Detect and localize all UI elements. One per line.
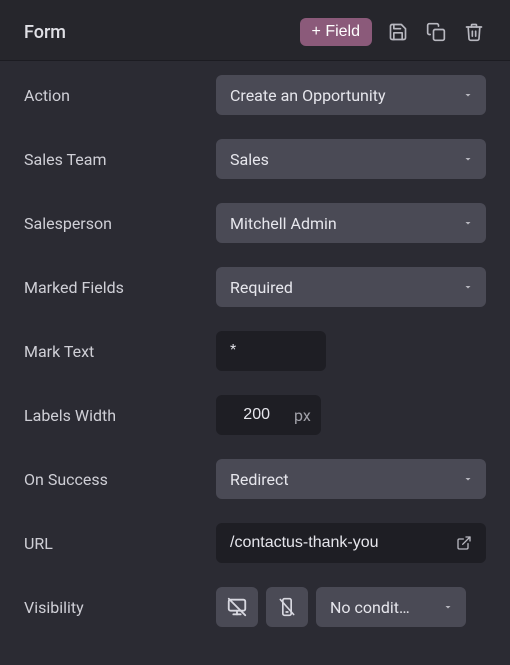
- label-labels-width: Labels Width: [24, 406, 204, 425]
- label-url: URL: [24, 534, 204, 553]
- row-labels-width: Labels Width px: [24, 395, 486, 435]
- add-field-button[interactable]: + Field: [300, 18, 372, 46]
- panel-header: Form + Field: [0, 0, 510, 61]
- save-icon[interactable]: [386, 20, 410, 44]
- panel-body: Action Create an Opportunity Sales Team …: [0, 61, 510, 665]
- panel-title: Form: [24, 22, 66, 43]
- on-success-select-value: Redirect: [230, 470, 289, 489]
- label-visibility: Visibility: [24, 598, 204, 617]
- salesperson-select-value: Mitchell Admin: [230, 214, 337, 233]
- visibility-condition-select[interactable]: No condit…: [316, 587, 466, 627]
- sales-team-select[interactable]: Sales: [216, 139, 486, 179]
- chevron-down-icon: [442, 601, 454, 613]
- row-visibility: Visibility No condit…: [24, 587, 486, 627]
- label-salesperson: Salesperson: [24, 214, 204, 233]
- chevron-down-icon: [462, 281, 474, 293]
- add-field-label: + Field: [312, 23, 360, 41]
- row-url: URL: [24, 523, 486, 563]
- label-action: Action: [24, 86, 204, 105]
- row-salesperson: Salesperson Mitchell Admin: [24, 203, 486, 243]
- action-select[interactable]: Create an Opportunity: [216, 75, 486, 115]
- external-link-icon[interactable]: [452, 531, 476, 555]
- header-actions: + Field: [300, 18, 486, 46]
- mark-text-input[interactable]: [216, 331, 326, 371]
- label-on-success: On Success: [24, 470, 204, 489]
- row-mark-text: Mark Text: [24, 331, 486, 371]
- chevron-down-icon: [462, 473, 474, 485]
- copy-icon[interactable]: [424, 20, 448, 44]
- labels-width-input[interactable]: [216, 395, 284, 435]
- row-action: Action Create an Opportunity: [24, 75, 486, 115]
- on-success-select[interactable]: Redirect: [216, 459, 486, 499]
- mobile-hidden-icon: [277, 597, 297, 617]
- label-marked-fields: Marked Fields: [24, 278, 204, 297]
- sales-team-select-value: Sales: [230, 150, 269, 169]
- label-sales-team: Sales Team: [24, 150, 204, 169]
- action-select-value: Create an Opportunity: [230, 86, 386, 105]
- chevron-down-icon: [462, 89, 474, 101]
- visibility-desktop-toggle[interactable]: [216, 587, 258, 627]
- row-marked-fields: Marked Fields Required: [24, 267, 486, 307]
- url-input[interactable]: [230, 534, 452, 552]
- salesperson-select[interactable]: Mitchell Admin: [216, 203, 486, 243]
- marked-fields-select[interactable]: Required: [216, 267, 486, 307]
- row-on-success: On Success Redirect: [24, 459, 486, 499]
- url-input-wrap: [216, 523, 486, 563]
- visibility-mobile-toggle[interactable]: [266, 587, 308, 627]
- visibility-condition-value: No condit…: [330, 598, 410, 617]
- chevron-down-icon: [462, 153, 474, 165]
- label-mark-text: Mark Text: [24, 342, 204, 361]
- marked-fields-select-value: Required: [230, 278, 293, 297]
- delete-icon[interactable]: [462, 20, 486, 44]
- chevron-down-icon: [462, 217, 474, 229]
- row-sales-team: Sales Team Sales: [24, 139, 486, 179]
- labels-width-unit: px: [284, 395, 321, 435]
- desktop-hidden-icon: [226, 596, 248, 618]
